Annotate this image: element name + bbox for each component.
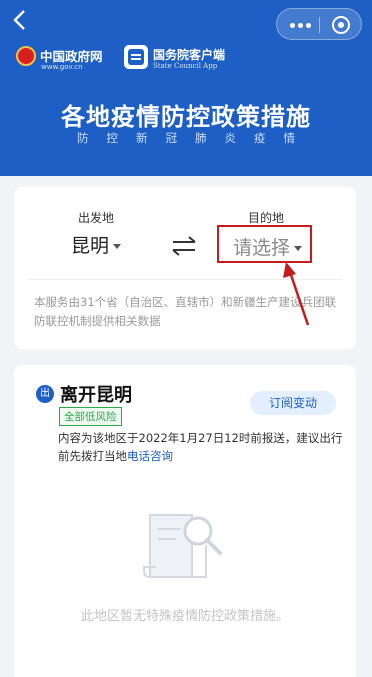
departure-badge: 出 <box>36 385 54 403</box>
gov-emblem-icon <box>16 46 36 66</box>
report-text: 内容为该地区于2022年1月27日12时前报送，建议出行前先拨打当地 <box>58 431 343 463</box>
page-title: 各地疫情防控政策措施 <box>61 103 311 131</box>
gov-site-url: www.gov.cn <box>41 63 83 71</box>
subscribe-changes-button[interactable]: 订阅变动 <box>250 391 336 415</box>
swap-arrows-icon <box>172 236 196 256</box>
more-button[interactable] <box>287 15 313 35</box>
risk-level-tag: 全部低风险 <box>59 407 122 426</box>
header-banner: 中国政府网 www.gov.cn 国务院客户端 State Council Ap… <box>0 0 372 176</box>
from-city-value: 昆明 <box>71 235 110 257</box>
document-search-icon <box>143 514 222 578</box>
leave-policy-card: 出 离开昆明 全部低风险 订阅变动 内容为该地区于2022年1月27日12时前报… <box>14 365 356 677</box>
report-info: 内容为该地区于2022年1月27日12时前报送，建议出行前先拨打当地电话咨询 <box>58 429 343 465</box>
from-label: 出发地 <box>78 211 115 225</box>
divider <box>28 279 342 280</box>
caret-down-icon <box>294 246 303 251</box>
swap-button[interactable] <box>171 236 197 256</box>
capsule-divider <box>319 17 320 33</box>
mini-program-capsule <box>276 8 362 40</box>
destination-placeholder: 请选择 <box>233 237 291 259</box>
council-app-icon <box>124 45 148 69</box>
caret-down-icon <box>113 244 122 249</box>
chevron-left-icon <box>13 10 25 30</box>
to-label: 目的地 <box>248 211 285 225</box>
from-city-select[interactable]: 昆明 <box>71 231 122 258</box>
route-selector-card: 出发地 昆明 目的地 请选择 本服务由31个省（自治区、直辖市）和新疆生产建设兵… <box>14 187 356 349</box>
back-button[interactable] <box>10 8 38 36</box>
service-note: 本服务由31个省（自治区、直辖市）和新疆生产建设兵团联防联控机制提供相关数据 <box>34 295 337 328</box>
page-subtitle: 防控新冠肺炎疫情 <box>77 131 313 145</box>
council-app-subtitle: State Council App <box>153 62 218 70</box>
destination-select[interactable]: 请选择 <box>217 225 312 263</box>
leave-city-title: 离开昆明 <box>60 385 132 406</box>
mini-program-close-button[interactable] <box>332 16 350 34</box>
phone-consult-link[interactable]: 电话咨询 <box>127 449 173 463</box>
empty-state-text: 此地区暂无特殊疫情防控政策措施。 <box>80 609 289 624</box>
council-app-name: 国务院客户端 <box>153 48 226 62</box>
more-dots-icon <box>289 22 295 28</box>
